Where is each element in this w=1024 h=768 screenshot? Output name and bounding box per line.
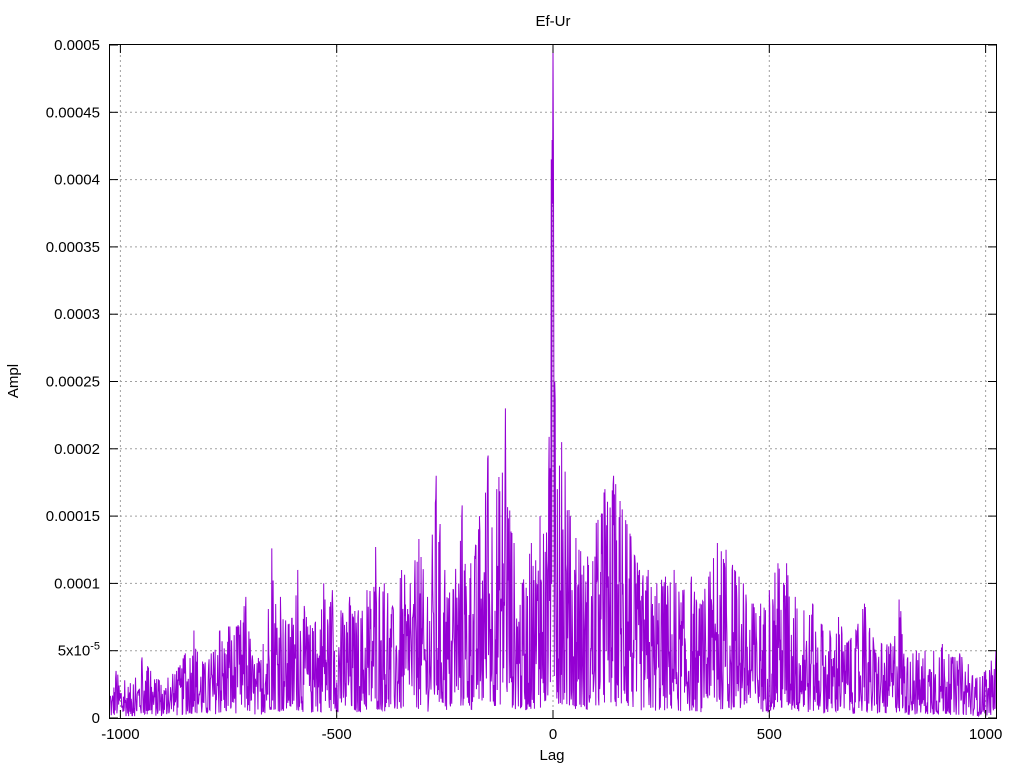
y-tick-label: 0.0005 bbox=[54, 37, 100, 54]
y-axis-title: Ampl bbox=[5, 364, 22, 398]
y-tick-label: 0.00045 bbox=[46, 104, 100, 121]
x-tick-label: -500 bbox=[322, 726, 352, 743]
x-tick-label: 500 bbox=[757, 726, 782, 743]
y-tick-label: 0.00015 bbox=[46, 508, 100, 525]
x-axis-title: Lag bbox=[539, 747, 564, 764]
y-tick-label: 0 bbox=[92, 710, 100, 727]
y-tick-label: 0.0003 bbox=[54, 306, 100, 323]
y-tick-label: 0.0001 bbox=[54, 575, 100, 592]
y-tick-label: 0.00035 bbox=[46, 239, 100, 256]
chart: 05x10-50.00010.000150.00020.000250.00030… bbox=[0, 0, 1024, 768]
y-tick-label: 0.0004 bbox=[54, 172, 100, 189]
y-tick-label: 0.0002 bbox=[54, 441, 100, 458]
x-tick-label: -1000 bbox=[101, 726, 139, 743]
x-tick-label: 1000 bbox=[969, 726, 1002, 743]
y-tick-label: 0.00025 bbox=[46, 374, 100, 391]
chart-title: Ef-Ur bbox=[536, 13, 571, 30]
x-tick-label: 0 bbox=[549, 726, 557, 743]
